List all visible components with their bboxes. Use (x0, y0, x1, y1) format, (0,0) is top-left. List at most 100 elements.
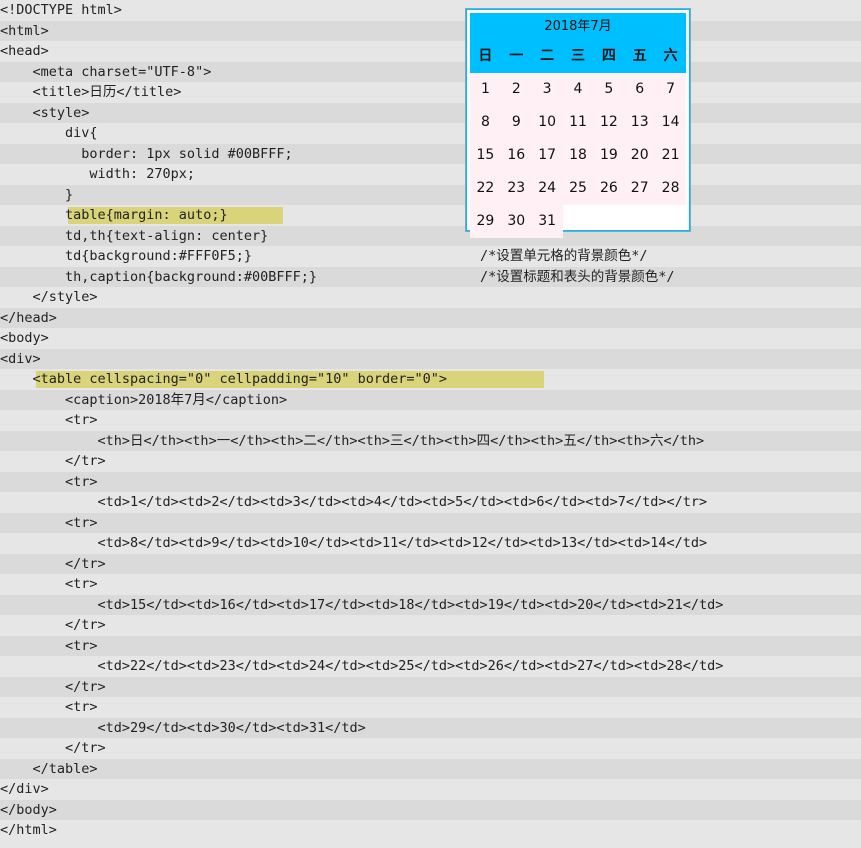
code-line: <tr> (0, 410, 861, 431)
code-line: </body> (0, 799, 861, 820)
code-line: </style> (0, 287, 861, 308)
day-cell: 22 (470, 172, 501, 205)
code-line: th,caption{background:#00BFFF;} /*设置标题和表头… (0, 266, 861, 287)
code-text: <!DOCTYPE html> (0, 2, 122, 18)
day-cell: 11 (562, 106, 594, 139)
code-text: </tr> (0, 555, 106, 572)
code-line: div{ (0, 123, 861, 144)
code-line: } (0, 184, 861, 205)
calendar-day-grid: 1 2 3 4 5 6 7 8 9 10 11 12 13 14 15 16 17 18 19 20 21 22 23 24 2… (470, 73, 686, 238)
day-cell: 25 (562, 172, 594, 205)
code-text: <body> (0, 330, 49, 346)
code-line: <td>1</td><td>2</td><td>3</td><td>4</td>… (0, 492, 861, 513)
day-cell: 5 (593, 73, 625, 106)
day-cell: 20 (624, 139, 656, 172)
code-text: th,caption{background:#00BFFF;} (0, 268, 317, 285)
code-line: <head> (0, 41, 861, 62)
weekday-header-cell: 五 (632, 48, 647, 64)
day-cell: 4 (562, 73, 594, 106)
code-text: </div> (0, 781, 49, 797)
code-line: <!DOCTYPE html> (0, 0, 861, 21)
code-line: <tr> (0, 635, 861, 656)
code-line: <td>15</td><td>16</td><td>17</td><td>18<… (0, 594, 861, 615)
code-line: </tr> (0, 553, 861, 574)
code-line: <html> (0, 20, 861, 41)
code-text: <tr> (0, 473, 98, 490)
code-text: <tr> (0, 514, 98, 531)
code-line: width: 270px; (0, 164, 861, 185)
weekday-header-cell: 六 (663, 48, 678, 64)
code-line: </div> (0, 779, 861, 800)
code-line: <title>日历</title> (0, 82, 861, 103)
weekday-header-cell: 日 (478, 48, 493, 64)
code-comment: /*设置标题和表头的背景颜色*/ (480, 268, 675, 285)
code-text: <caption>2018年7月</caption> (0, 391, 288, 408)
code-line: table{margin: auto;} (0, 205, 861, 226)
code-comment: /*设置单元格的背景颜色*/ (480, 248, 648, 264)
code-line: <table cellspacing="0" cellpadding="10" … (0, 369, 861, 390)
day-cell: 3 (531, 73, 563, 106)
day-cell: 26 (593, 172, 625, 205)
code-text: <tr> (0, 412, 98, 428)
code-line: <tr> (0, 697, 861, 718)
code-text: </body> (0, 801, 57, 818)
code-text: border: 1px solid #00BFFF; (0, 145, 293, 162)
code-line: <div> (0, 348, 861, 369)
day-cell: 23 (500, 172, 532, 205)
code-line: <tr> (0, 512, 861, 533)
code-text: <style> (0, 104, 90, 121)
day-cell: 16 (500, 139, 532, 172)
code-text: </head> (0, 309, 57, 326)
code-text: table{margin: auto;} (0, 207, 228, 223)
code-line: td{background:#FFF0F5;} /*设置单元格的背景颜色*/ (0, 246, 861, 267)
day-cell: 13 (624, 106, 656, 139)
code-line: </tr> (0, 451, 861, 472)
code-line: <body> (0, 328, 861, 349)
code-text: <tr> (0, 637, 98, 654)
code-text: <tr> (0, 576, 98, 592)
day-cell: 7 (655, 73, 686, 106)
code-text: <td>1</td><td>2</td><td>3</td><td>4</td>… (0, 494, 708, 510)
code-text: <td>29</td><td>30</td><td>31</td> (0, 719, 366, 736)
code-line: border: 1px solid #00BFFF; (0, 143, 861, 164)
weekday-header-cell: 三 (571, 48, 585, 64)
weekday-header-cell: 二 (540, 48, 555, 64)
calendar-weekday-header: 日一二三四五六 (470, 40, 686, 73)
code-text: <html> (0, 22, 49, 39)
code-line: </tr> (0, 676, 861, 697)
code-line: </html> (0, 820, 861, 841)
code-text: div{ (0, 125, 98, 141)
code-text: <td>8</td><td>9</td><td>10</td><td>11</t… (0, 535, 708, 551)
day-cell: 18 (562, 139, 594, 172)
code-text: <td>22</td><td>23</td><td>24</td><td>25<… (0, 658, 724, 674)
code-line: </table> (0, 758, 861, 779)
code-text: td{background:#FFF0F5;} (0, 248, 252, 264)
day-cell: 17 (531, 139, 563, 172)
day-cell: 31 (531, 205, 563, 238)
code-line: <td>8</td><td>9</td><td>10</td><td>11</t… (0, 533, 861, 554)
code-line: <tr> (0, 471, 861, 492)
day-cell: 10 (531, 106, 563, 139)
code-text: width: 270px; (0, 166, 196, 182)
code-text: </tr> (0, 740, 106, 756)
code-text: <tr> (0, 699, 98, 715)
day-cell: 27 (624, 172, 656, 205)
code-text: <td>15</td><td>16</td><td>17</td><td>18<… (0, 596, 724, 613)
code-text: <title>日历</title> (0, 84, 182, 100)
day-cell: 1 (470, 73, 501, 106)
code-line: <caption>2018年7月</caption> (0, 389, 861, 410)
calendar-caption: 2018年7月 (470, 13, 686, 40)
day-cell: 29 (470, 205, 501, 238)
code-text: </table> (0, 760, 98, 777)
code-text: <head> (0, 43, 49, 59)
code-text: <meta charset="UTF-8"> (0, 63, 212, 80)
code-text: <table cellspacing="0" cellpadding="10" … (0, 371, 448, 387)
code-line: <meta charset="UTF-8"> (0, 61, 861, 82)
code-text: td,th{text-align: center} (0, 227, 269, 244)
day-cell: 24 (531, 172, 563, 205)
code-line: <style> (0, 102, 861, 123)
code-line: td,th{text-align: center} (0, 225, 861, 246)
code-line: <td>22</td><td>23</td><td>24</td><td>25<… (0, 656, 861, 677)
code-text: <div> (0, 350, 41, 367)
day-cell: 14 (655, 106, 686, 139)
